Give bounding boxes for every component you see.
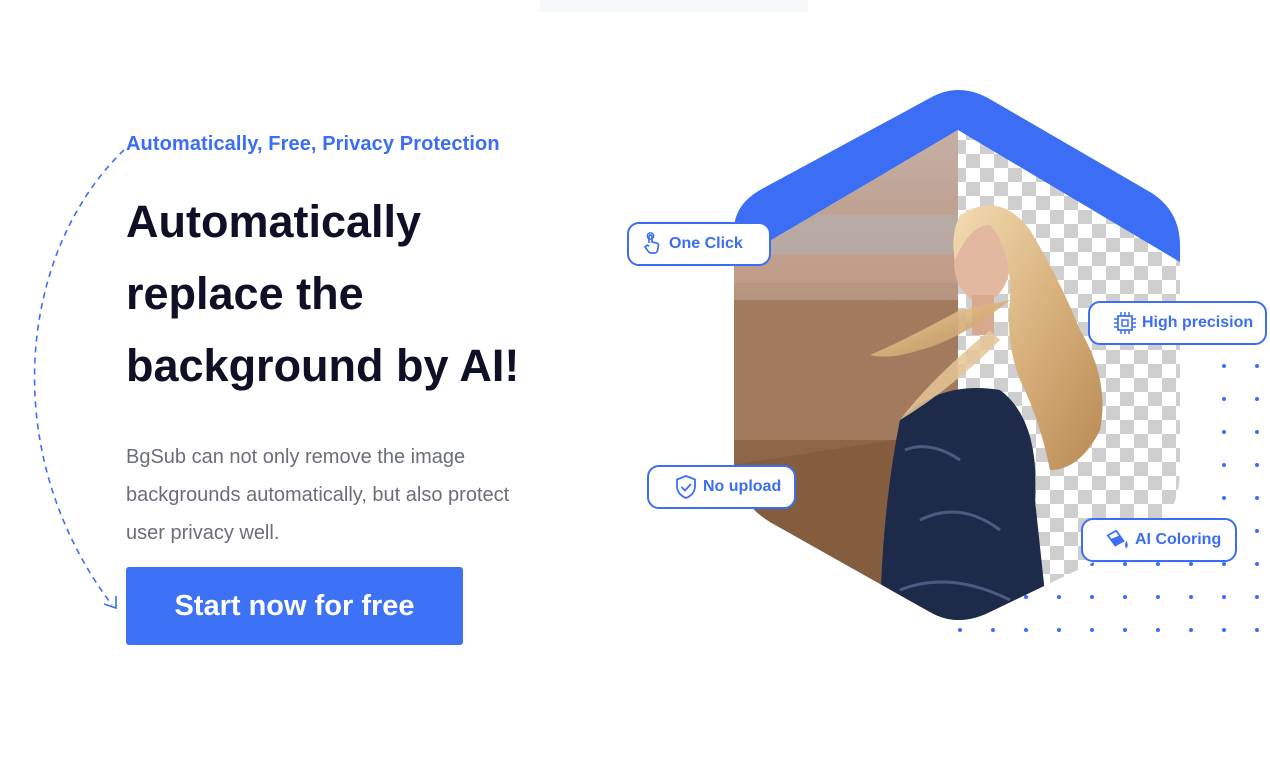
feature-label-high-precision: High precision	[1142, 314, 1254, 331]
chip-icon	[1112, 310, 1138, 336]
hero-illustration	[734, 90, 1270, 652]
feature-chip-one-click: One Click	[627, 222, 771, 266]
pointer-hand-icon	[639, 231, 665, 257]
feature-chip-high-precision: High precision	[1088, 301, 1267, 345]
feature-chip-ai-coloring: AI Coloring	[1081, 518, 1237, 562]
feature-label-no-upload: No upload	[703, 478, 782, 495]
feature-label-one-click: One Click	[669, 235, 743, 252]
feature-label-ai-coloring: AI Coloring	[1135, 531, 1222, 548]
shield-check-icon	[673, 474, 699, 500]
feature-chip-no-upload: No upload	[647, 465, 796, 509]
paint-bucket-icon	[1105, 527, 1131, 553]
